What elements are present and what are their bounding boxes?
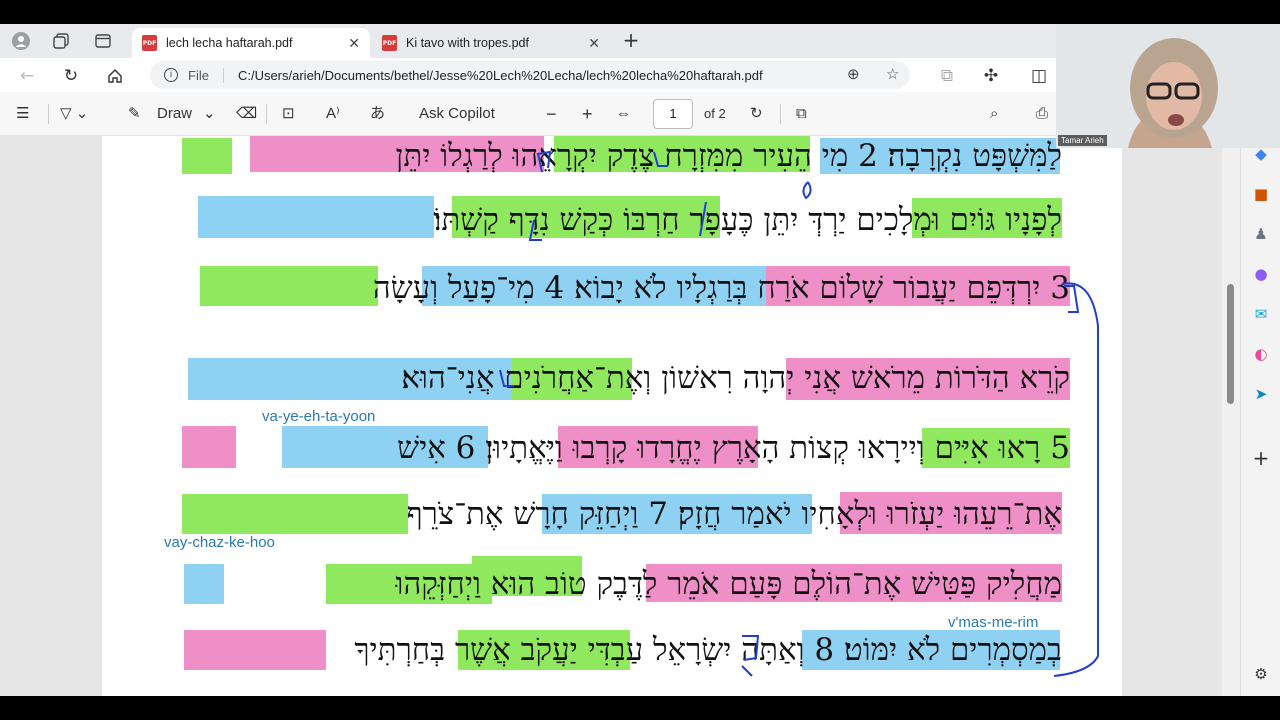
shopping-icon[interactable]: ■	[1251, 184, 1271, 204]
divider	[266, 104, 267, 124]
ink-annotations	[499, 150, 1099, 677]
edge-sidebar: ◆ ■ ♟ ● ✉ ◐ ➤ + ⚙	[1240, 136, 1280, 696]
copilot-icon[interactable]: ●	[1251, 264, 1271, 284]
zoom-icon[interactable]: ⊕	[847, 65, 860, 83]
page-view-icon[interactable]: ⧉	[796, 103, 807, 125]
page-number-input[interactable]: 1	[653, 99, 693, 129]
pdf-page: לַמִּשְׁפָּט נִקְרָבָה׃ 2 מִי הֵעִיר מִמ…	[102, 136, 1122, 696]
close-icon[interactable]: ✕	[588, 35, 600, 52]
tab-title: lech lecha haftarah.pdf	[166, 36, 293, 50]
pdf-viewer[interactable]: לַמִּשְׁפָּט נִקְרָבָה׃ 2 מִי הֵעִיר מִמ…	[0, 136, 1240, 696]
workspaces-icon[interactable]	[50, 30, 72, 52]
print-icon[interactable]: ⎙	[1036, 103, 1048, 125]
tab-lech-lecha[interactable]: PDF lech lecha haftarah.pdf ✕	[132, 28, 370, 58]
scrollbar[interactable]	[1222, 136, 1240, 696]
profile-icon[interactable]	[10, 30, 32, 52]
back-icon[interactable]: ←	[16, 65, 38, 87]
home-icon[interactable]	[104, 65, 126, 87]
divider	[780, 104, 781, 124]
url-text: C:/Users/arieh/Documents/bethel/Jesse%20…	[237, 67, 763, 83]
read-aloud-icon[interactable]: A⁾	[326, 103, 340, 125]
people-icon[interactable]: ♟	[1251, 224, 1271, 244]
contents-icon[interactable]: ☰	[16, 103, 29, 125]
draw-icon[interactable]: ✎	[128, 103, 141, 125]
tab-ki-tavo[interactable]: PDF Ki tavo with tropes.pdf ✕	[372, 28, 610, 58]
ask-copilot-button[interactable]: Ask Copilot	[419, 103, 495, 125]
address-field[interactable]: i File C:/Users/arieh/Documents/bethel/J…	[150, 61, 910, 89]
send-icon[interactable]: ➤	[1251, 384, 1271, 404]
webcam-overlay: Tamar Arieh	[1056, 24, 1280, 148]
participant-name: Tamar Arieh	[1058, 135, 1107, 146]
chevron-down-icon[interactable]: ⌄	[203, 103, 216, 125]
presenter-video	[1056, 24, 1280, 148]
tab-actions-icon[interactable]	[92, 30, 114, 52]
refresh-icon[interactable]: ↻	[60, 65, 82, 87]
text-box-icon[interactable]: ⊡	[282, 103, 295, 125]
pdf-icon: PDF	[142, 35, 157, 51]
highlight-icon[interactable]: ▽ ⌄	[60, 103, 88, 125]
search-icon[interactable]: ⌕	[990, 103, 998, 125]
pdf-icon: PDF	[382, 35, 397, 51]
eraser-icon[interactable]: ⌫	[236, 103, 257, 125]
draw-button[interactable]: Draw	[157, 103, 192, 125]
outlook-icon[interactable]: ✉	[1251, 304, 1271, 324]
collections-icon[interactable]: ⧉	[936, 65, 958, 87]
translate-icon[interactable]: あ	[370, 103, 385, 125]
rotate-icon[interactable]: ↻	[750, 103, 763, 125]
settings-gear-icon[interactable]: ⚙	[1251, 664, 1271, 684]
info-icon[interactable]: i	[164, 68, 178, 82]
scroll-thumb[interactable]	[1227, 284, 1234, 404]
page-total: of 2	[704, 106, 726, 121]
extensions-icon[interactable]: ✣	[980, 65, 1002, 87]
zoom-out-icon[interactable]: −	[546, 103, 557, 125]
favorite-star-icon[interactable]: ☆	[886, 65, 899, 83]
split-screen-icon[interactable]: ◫	[1028, 65, 1050, 87]
close-icon[interactable]: ✕	[348, 35, 360, 52]
divider	[48, 104, 49, 124]
designer-icon[interactable]: ◐	[1251, 344, 1271, 364]
fit-page-icon[interactable]: ⇔	[616, 103, 631, 125]
tab-title: Ki tavo with tropes.pdf	[406, 36, 529, 50]
new-tab-button[interactable]: +	[620, 30, 642, 52]
add-icon[interactable]: +	[1251, 448, 1271, 468]
zoom-in-icon[interactable]: +	[582, 103, 593, 125]
scheme-label: File	[188, 67, 224, 83]
